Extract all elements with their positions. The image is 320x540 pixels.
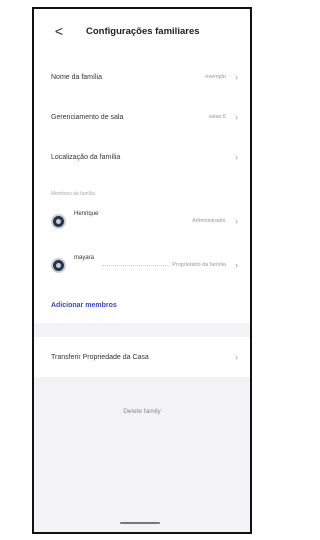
member-row[interactable]: Henrique Administrador ›: [34, 199, 250, 243]
transfer-ownership-row[interactable]: Transferir Propriedade da Casa ›: [34, 337, 250, 377]
family-name-label: Nome da família: [51, 73, 102, 81]
family-location-label: Localização da família: [51, 153, 121, 161]
room-management-label: Gerenciamento de sala: [51, 113, 124, 121]
chevron-right-icon: ›: [235, 216, 238, 226]
divider: [102, 265, 170, 266]
family-name-row[interactable]: Nome da família exemplo ›: [34, 57, 250, 97]
chevron-right-icon: ›: [235, 260, 238, 270]
chevron-right-icon: ›: [235, 152, 238, 162]
home-indicator: [120, 522, 160, 524]
back-button[interactable]: <: [52, 23, 66, 39]
member-row[interactable]: mayara Proprietário da família ›: [34, 243, 250, 287]
add-members-row[interactable]: Adicionar membros: [34, 287, 250, 323]
room-management-value: salas:6: [208, 114, 226, 120]
chevron-right-icon: ›: [235, 72, 238, 82]
room-management-row[interactable]: Gerenciamento de sala salas:6 ›: [34, 97, 250, 137]
transfer-card: Transferir Propriedade da Casa ›: [34, 337, 250, 377]
phone-screen: < Configurações familiares Nome da famíl…: [32, 7, 252, 534]
delete-family-row[interactable]: Delete family: [34, 391, 250, 431]
chevron-right-icon: ›: [235, 112, 238, 122]
section-gap: [34, 377, 250, 391]
transfer-ownership-label: Transferir Propriedade da Casa: [51, 353, 149, 361]
members-section-label: Membros da família: [34, 177, 250, 199]
user-avatar-icon: [51, 213, 66, 229]
member-name: Henrique: [74, 211, 99, 217]
settings-card: Nome da família exemplo › Gerenciamento …: [34, 57, 250, 323]
member-role: Proprietário da família: [172, 262, 226, 268]
page-title: Configurações familiares: [86, 26, 200, 37]
delete-family-button[interactable]: Delete family: [123, 408, 161, 415]
user-avatar-icon: [51, 257, 66, 273]
family-location-row[interactable]: Localização da família ›: [34, 137, 250, 177]
member-role: Administrador: [192, 218, 226, 224]
family-name-value: exemplo: [205, 74, 226, 80]
chevron-right-icon: ›: [235, 352, 238, 362]
header: < Configurações familiares: [34, 9, 250, 57]
add-members-button[interactable]: Adicionar membros: [51, 302, 117, 309]
member-name: mayara: [74, 255, 95, 261]
section-gap: [34, 323, 250, 337]
